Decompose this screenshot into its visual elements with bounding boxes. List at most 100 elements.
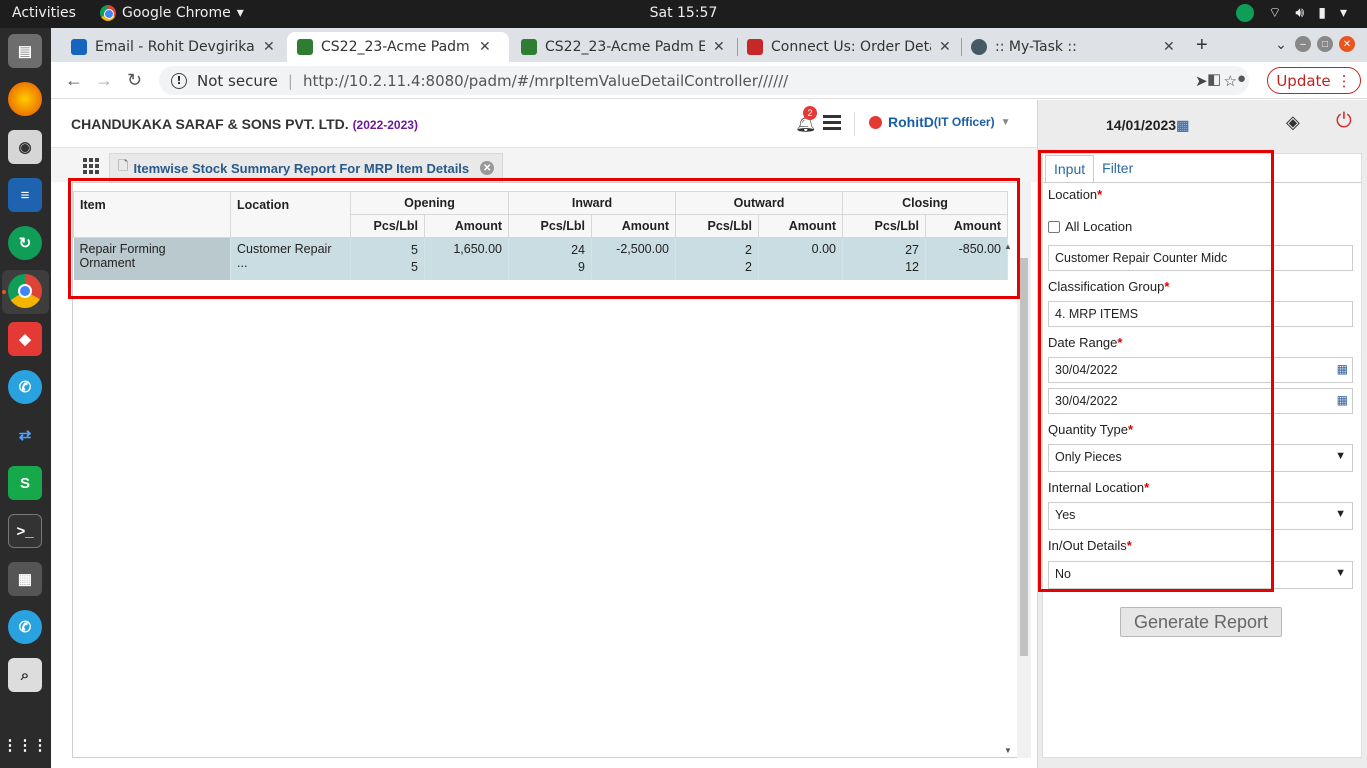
- column-header-opening-amount[interactable]: Amount: [424, 214, 509, 238]
- user-menu[interactable]: RohitD (IT Officer) ▼: [869, 114, 1010, 130]
- security-label[interactable]: Not secure: [197, 72, 278, 90]
- browser-tab[interactable]: Email - Rohit Devgirikar ✕: [61, 32, 287, 62]
- column-header-location[interactable]: Location: [230, 191, 351, 238]
- update-button[interactable]: Update ⋮: [1267, 67, 1361, 94]
- close-icon[interactable]: ✕: [713, 39, 725, 55]
- reload-icon[interactable]: ↻: [127, 70, 142, 91]
- cell-closing-pcs[interactable]: 27 12: [842, 237, 926, 280]
- date-to-field[interactable]: 30/04/2022 ▦: [1048, 388, 1353, 414]
- image-viewer-icon[interactable]: ⌕: [8, 658, 42, 692]
- date-from-field[interactable]: 30/04/2022 ▦: [1048, 357, 1353, 383]
- column-header-item[interactable]: Item: [73, 191, 231, 238]
- cell-inward-amount[interactable]: -2,500.00: [591, 237, 676, 280]
- terminal-icon[interactable]: >_: [8, 514, 42, 548]
- location-field[interactable]: Customer Repair Counter Midc: [1048, 245, 1353, 271]
- side-header: 14/01/2023▦ ◈ ⏻: [1037, 100, 1367, 148]
- cell-outward-pcs[interactable]: 22: [675, 237, 759, 280]
- volume-icon: 🔊︎: [1295, 5, 1305, 21]
- firefox-icon[interactable]: [8, 82, 42, 116]
- grid-menu-icon[interactable]: [83, 158, 99, 174]
- menu-list-icon[interactable]: [823, 115, 841, 133]
- scroll-down-icon[interactable]: ▼: [1004, 746, 1012, 755]
- column-header-inward-pcs[interactable]: Pcs/Lbl: [508, 214, 592, 238]
- browser-tab[interactable]: :: My-Task :: ✕: [961, 32, 1185, 62]
- browser-tab[interactable]: Connect Us: Order Details ✕: [737, 32, 961, 62]
- files-icon[interactable]: ▤: [8, 34, 42, 68]
- browser-tab[interactable]: CS22_23-Acme Padm ERP ✕: [511, 32, 735, 62]
- activities-button[interactable]: Activities: [12, 5, 76, 21]
- page-scrollbar[interactable]: [1017, 182, 1031, 758]
- browser-tab-active[interactable]: CS22_23-Acme Padm ERP ✕: [287, 32, 509, 62]
- disk-icon[interactable]: ◉: [8, 130, 42, 164]
- cell-outward-amount[interactable]: 0.00: [758, 237, 843, 280]
- update-app-icon[interactable]: [1236, 4, 1255, 22]
- close-icon[interactable]: ✕: [479, 39, 491, 55]
- url-text[interactable]: http://10.2.11.4:8080/padm/#/mrpItemValu…: [303, 72, 788, 90]
- column-header-inward-amount[interactable]: Amount: [591, 214, 676, 238]
- writer-icon[interactable]: ≡: [8, 178, 42, 212]
- forward-icon[interactable]: →: [95, 70, 113, 91]
- column-header-outward-amount[interactable]: Amount: [758, 214, 843, 238]
- system-tray[interactable]: ⌔ 🔊︎ ▮ ▾: [1236, 4, 1347, 22]
- tab-search-icon[interactable]: ⌄: [1273, 36, 1289, 52]
- anydesk-icon[interactable]: ◆: [8, 322, 42, 356]
- cell-item[interactable]: Repair Forming Ornament: [73, 237, 231, 280]
- report-tab[interactable]: 🗋︎ Itemwise Stock Summary Report For MRP…: [109, 153, 504, 182]
- table-row[interactable]: Repair Forming Ornament Customer Repair …: [73, 237, 1008, 280]
- close-icon[interactable]: ✕: [939, 39, 951, 55]
- column-header-outward-pcs[interactable]: Pcs/Lbl: [675, 214, 759, 238]
- side-panel-icon[interactable]: ◧: [1207, 70, 1221, 88]
- sheets-icon[interactable]: S: [8, 466, 42, 500]
- grid-scrollbar[interactable]: ▲ ▼: [1003, 240, 1015, 758]
- generate-report-button[interactable]: Generate Report: [1120, 607, 1282, 637]
- update-icon[interactable]: ↻: [8, 226, 42, 260]
- power-icon[interactable]: ⏻: [1336, 110, 1352, 133]
- scroll-up-icon[interactable]: ▲: [1004, 242, 1012, 251]
- close-icon[interactable]: ✕: [480, 161, 495, 175]
- current-date[interactable]: 14/01/2023▦: [1106, 117, 1189, 134]
- cell-inward-pcs[interactable]: 24 9: [508, 237, 592, 280]
- classification-field[interactable]: 4. MRP ITEMS: [1048, 301, 1353, 327]
- cell-closing-amount[interactable]: -850.00: [925, 237, 1008, 280]
- calendar-icon[interactable]: ▦: [1337, 393, 1348, 407]
- notification-bell-icon[interactable]: 🔔︎ 2: [795, 106, 817, 134]
- phone-icon[interactable]: ✆: [8, 370, 42, 404]
- cell-opening-amount[interactable]: 1,650.00: [424, 237, 509, 280]
- column-header-opening-pcs[interactable]: Pcs/Lbl: [350, 214, 425, 238]
- calendar-icon[interactable]: ▦: [1337, 362, 1348, 376]
- bookmark-star-icon[interactable]: ☆: [1224, 72, 1237, 90]
- quantity-type-select[interactable]: Only Pieces ▼: [1048, 444, 1353, 472]
- phone-icon[interactable]: ✆: [8, 610, 42, 644]
- column-header-closing-amount[interactable]: Amount: [925, 214, 1008, 238]
- react-icon: [971, 39, 987, 55]
- checkbox[interactable]: [1048, 220, 1060, 233]
- cell-opening-pcs[interactable]: 55: [350, 237, 425, 280]
- warning-icon[interactable]: !: [171, 72, 187, 89]
- close-icon[interactable]: ✕: [263, 39, 275, 55]
- omnibox[interactable]: ! Not secure | http://10.2.11.4:8080/pad…: [159, 66, 1249, 95]
- more-menu-icon: ⋮: [1336, 71, 1352, 90]
- new-tab-button[interactable]: +: [1196, 34, 1208, 57]
- show-apps-icon[interactable]: ⋮⋮⋮: [3, 728, 48, 762]
- close-icon[interactable]: ✕: [1163, 39, 1175, 55]
- profile-icon[interactable]: ●: [1237, 70, 1246, 87]
- all-location-checkbox[interactable]: All Location: [1048, 219, 1132, 234]
- back-icon[interactable]: ←: [65, 70, 83, 91]
- app-menu[interactable]: Google Chrome ▾: [100, 5, 244, 21]
- send-icon[interactable]: ➤: [1195, 72, 1208, 90]
- tab-input[interactable]: Input: [1045, 155, 1095, 183]
- close-window-icon[interactable]: ✕: [1339, 36, 1355, 52]
- maximize-icon[interactable]: □: [1317, 36, 1333, 52]
- chrome-dock-icon[interactable]: [8, 274, 42, 308]
- cell-location[interactable]: Customer Repair ...: [230, 237, 351, 280]
- minimize-icon[interactable]: –: [1295, 36, 1311, 52]
- internal-location-select[interactable]: Yes ▼: [1048, 502, 1353, 530]
- column-header-closing-pcs[interactable]: Pcs/Lbl: [842, 214, 926, 238]
- hide-eye-icon[interactable]: ◈: [1286, 112, 1300, 133]
- network-icon[interactable]: ⇄: [8, 418, 42, 452]
- calculator-icon[interactable]: ▦: [8, 562, 42, 596]
- inout-details-select[interactable]: No ▼: [1048, 561, 1353, 589]
- scrollbar-thumb[interactable]: [1020, 258, 1028, 656]
- chevron-down-icon: ▾: [236, 5, 244, 21]
- tab-filter[interactable]: Filter: [1094, 155, 1141, 183]
